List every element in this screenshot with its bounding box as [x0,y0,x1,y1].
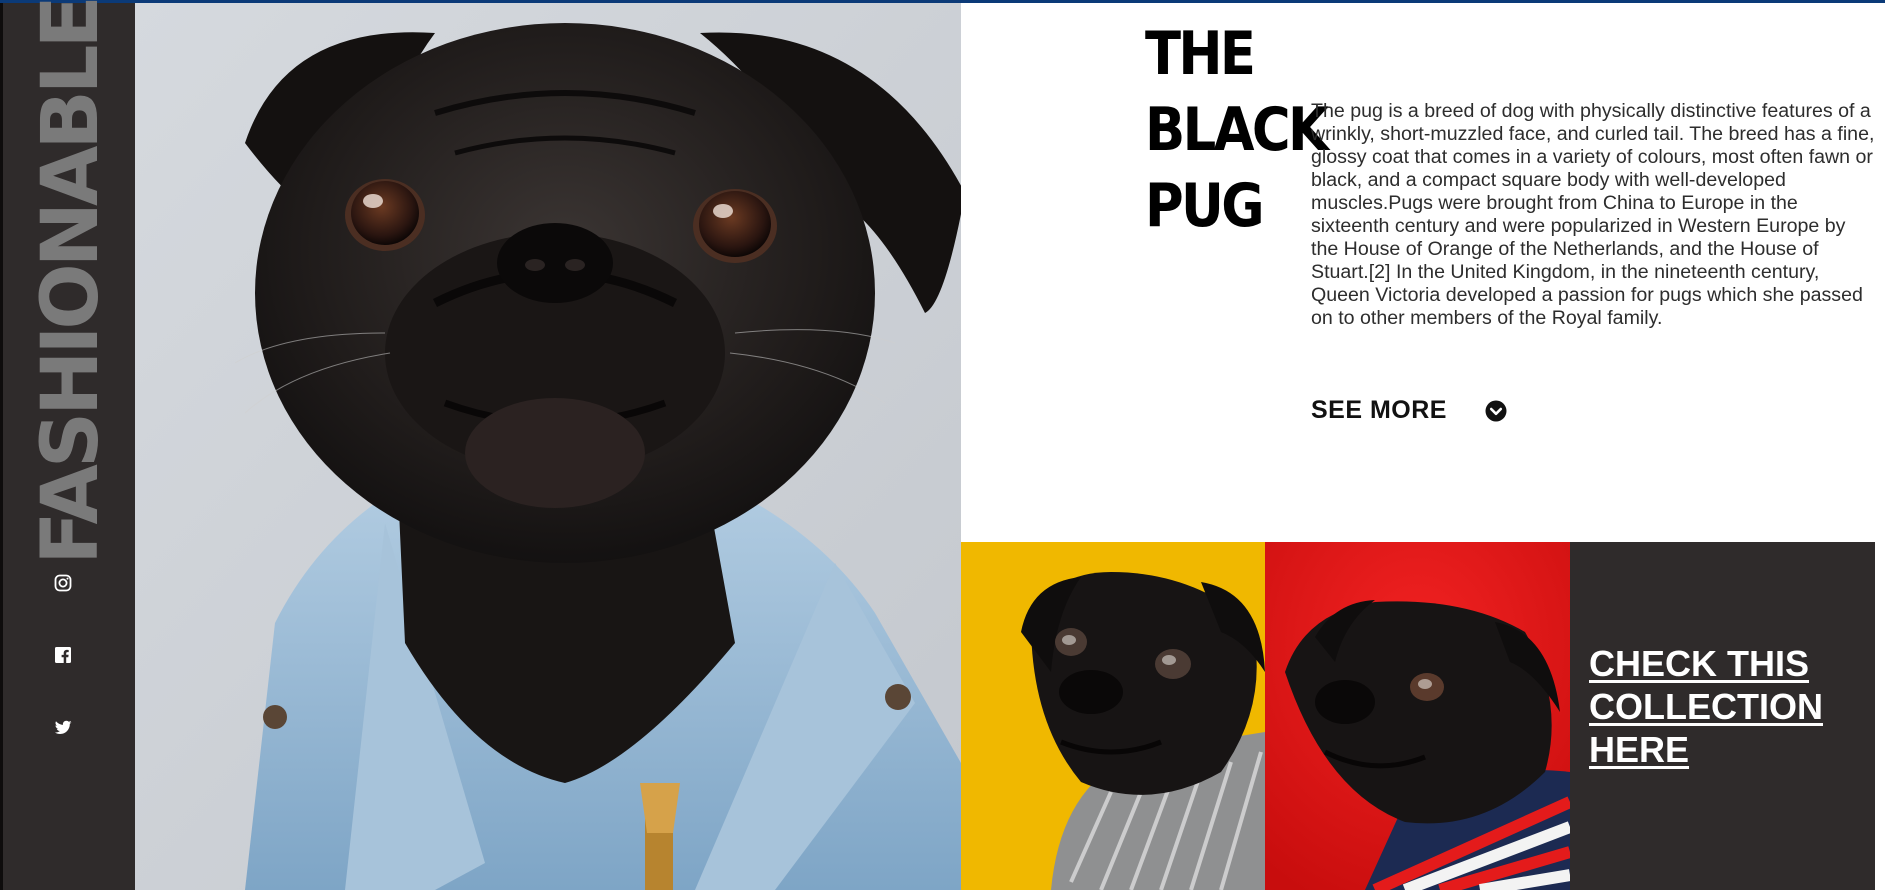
instagram-icon [54,574,72,592]
collection-cta-panel: CHECK THIS COLLECTION HERE [1570,542,1875,890]
facebook-icon [55,647,71,663]
hero-image [135,3,961,890]
sidebar: FASHIONABLE [0,0,135,890]
instagram-link[interactable] [51,571,75,595]
check-collection-link[interactable]: CHECK THIS COLLECTION HERE [1589,642,1859,771]
collection-image-sweater[interactable] [1265,542,1570,890]
brand-wordmark: FASHIONABLE [26,0,116,565]
article-description: The pug is a breed of dog with physicall… [1311,100,1875,329]
collection-image-scarf[interactable] [961,542,1265,890]
facebook-link[interactable] [51,643,75,667]
twitter-icon [54,720,72,734]
see-more-button[interactable]: SEE MORE [1311,396,1507,425]
chevron-down-circle-icon [1485,400,1507,421]
see-more-label: SEE MORE [1311,396,1447,424]
twitter-link[interactable] [51,715,75,739]
